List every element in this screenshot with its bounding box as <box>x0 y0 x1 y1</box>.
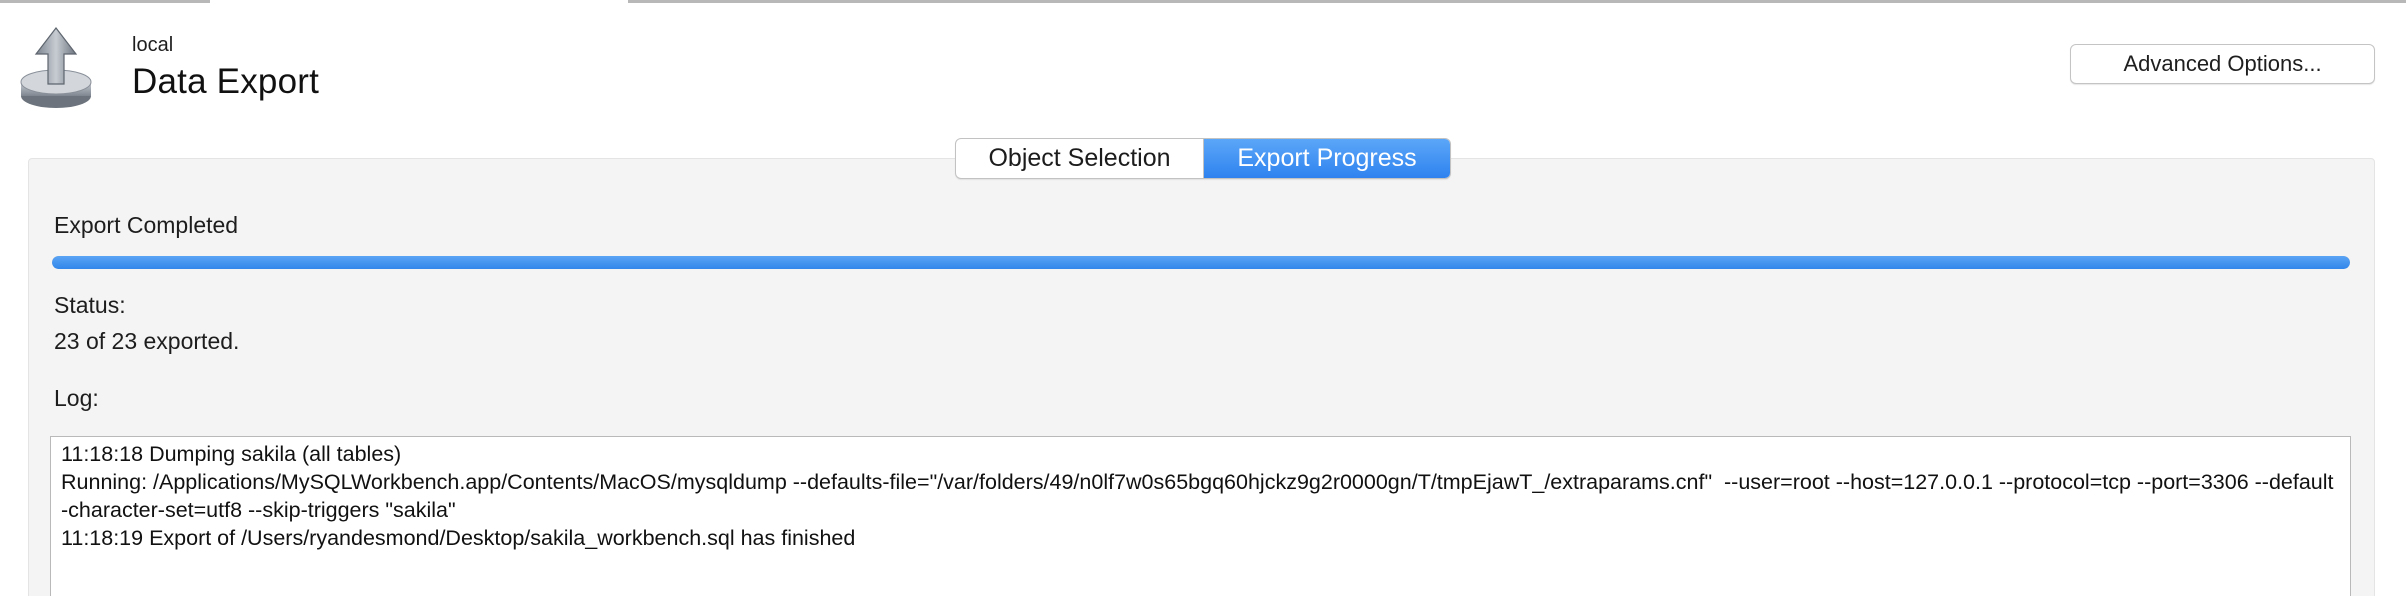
tab-object-selection[interactable]: Object Selection <box>956 139 1204 178</box>
window-top-border <box>0 0 2406 3</box>
page-title: Data Export <box>132 62 320 101</box>
progress-heading: Export Completed <box>54 212 239 238</box>
tab-export-progress[interactable]: Export Progress <box>1204 139 1450 178</box>
status-value: 23 of 23 exported. <box>54 328 240 354</box>
log-line: 11:18:19 Export of /Users/ryandesmond/De… <box>61 526 856 550</box>
status-label: Status: <box>54 292 126 318</box>
active-tab-gap <box>210 0 628 3</box>
log-line: Running: /Applications/MySQLWorkbench.ap… <box>61 470 2334 522</box>
log-label: Log: <box>54 385 99 411</box>
export-upload-icon <box>18 24 96 110</box>
tab-bar: Object Selection Export Progress <box>955 138 1451 179</box>
progress-bar-fill <box>52 256 2350 269</box>
log-line: 11:18:18 Dumping sakila (all tables) <box>61 442 402 466</box>
log-textarea[interactable]: 11:18:18 Dumping sakila (all tables) Run… <box>50 436 2351 596</box>
export-progress-bar <box>52 256 2350 269</box>
advanced-options-button[interactable]: Advanced Options... <box>2070 44 2375 84</box>
connection-name: local <box>132 34 174 56</box>
